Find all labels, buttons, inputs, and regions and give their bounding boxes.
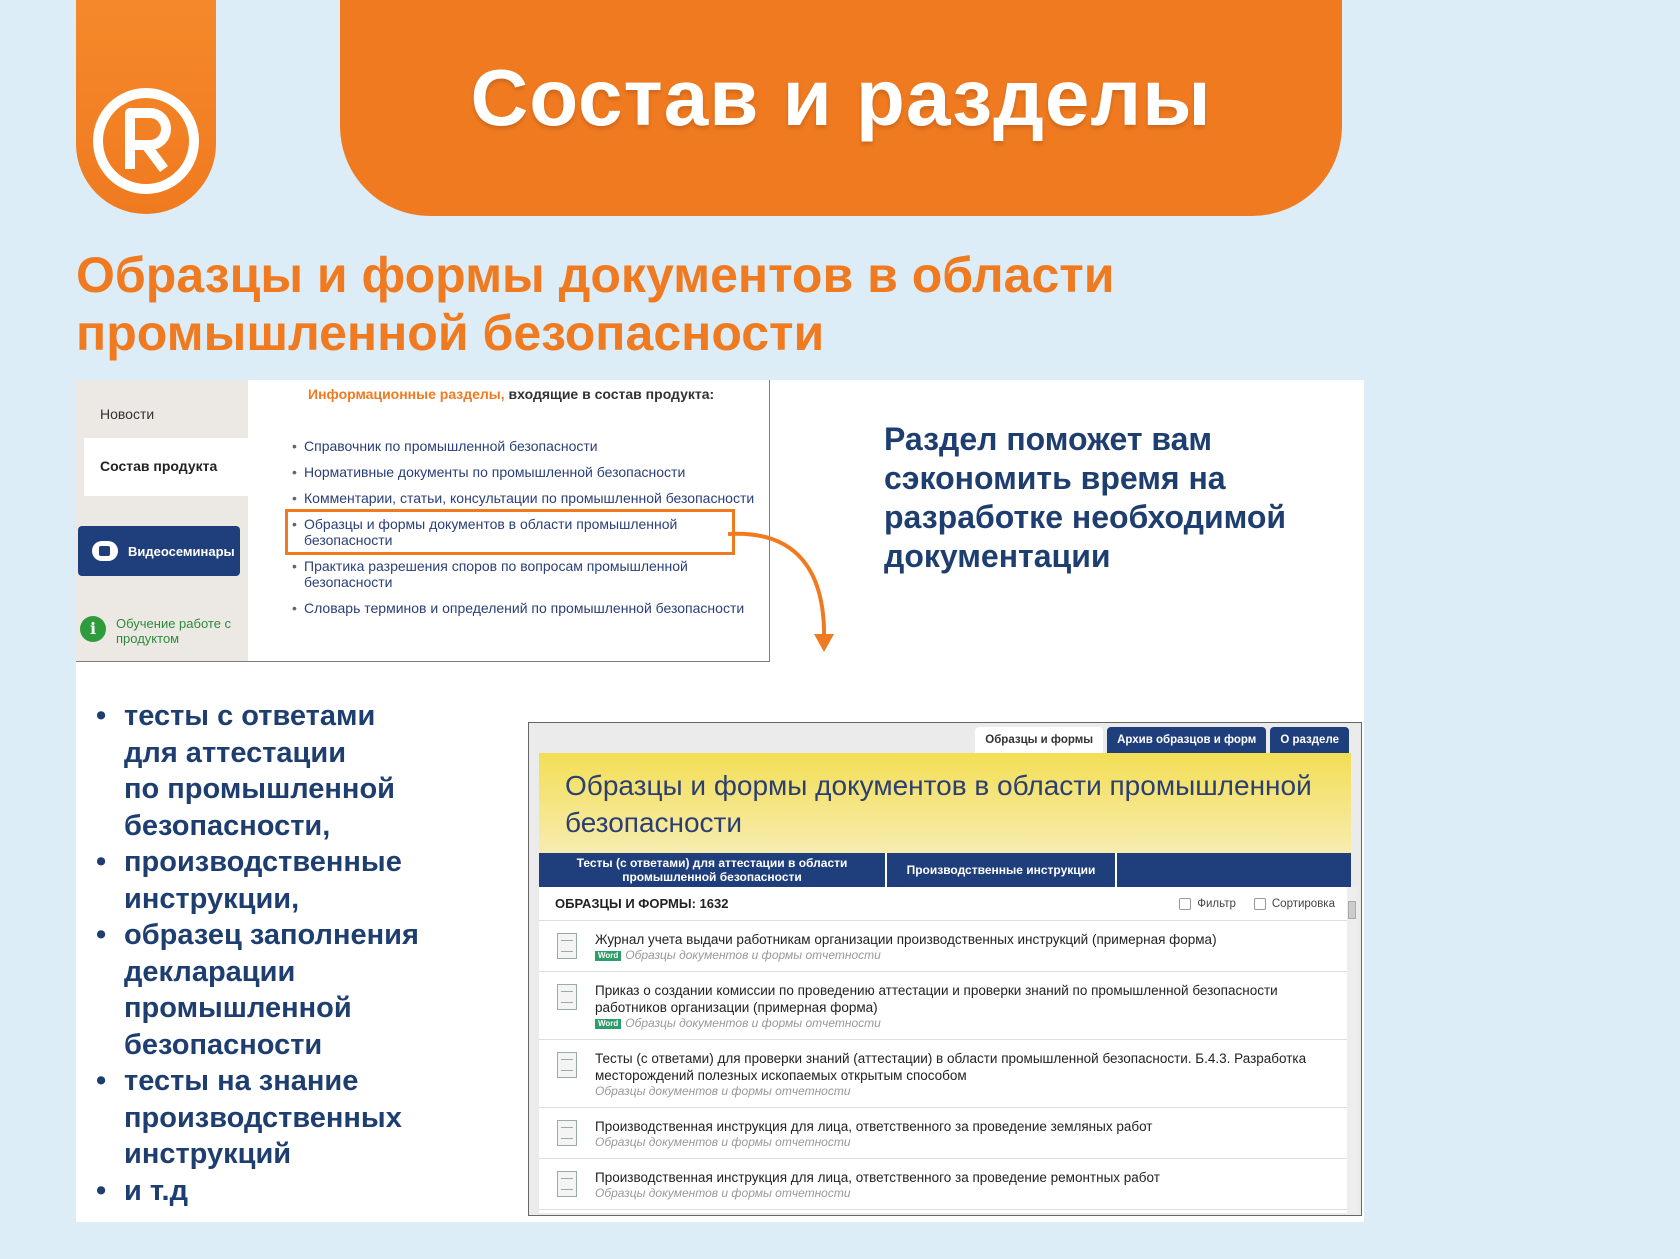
feature-item: образец заполнения декларации промышленн… [96, 917, 476, 1063]
list-scrollbar[interactable] [1347, 887, 1357, 1213]
sections-list: Справочник по промышленной безопасности … [285, 438, 768, 626]
logo-ribbon [76, 0, 216, 214]
document-category: Образцы документов и формы отчетности [595, 1135, 851, 1149]
registered-r-logo-icon [93, 88, 199, 194]
documents-count: ОБРАЗЦЫ И ФОРМЫ: 1632 [555, 896, 729, 911]
filter-icon [1179, 897, 1192, 910]
feature-item: и т.д [96, 1173, 476, 1210]
content-panel: Новости Состав продукта Видеосеминары i … [76, 380, 1364, 1222]
document-icon [557, 1052, 577, 1078]
section-link-highlighted[interactable]: Образцы и формы документов в области про… [285, 509, 735, 555]
sidebar-item-product[interactable]: Состав продукта [84, 438, 250, 496]
sort-icon [1253, 897, 1266, 910]
feature-item: тесты с ответами для аттестации по промы… [96, 698, 476, 844]
sidebar: Новости Состав продукта Видеосеминары i … [76, 380, 250, 661]
document-meta: Образцы документов и формы отчетности [595, 1135, 1331, 1150]
word-badge: Word [595, 1018, 622, 1029]
title-bar: Состав и разделы [340, 0, 1342, 216]
subtab-bar: Тесты (с ответами) для аттестации в обла… [539, 853, 1351, 887]
tab-archive[interactable]: Архив образцов и форм [1107, 727, 1267, 753]
list-item[interactable]: Тесты (с ответами) для проверки знаний (… [539, 1040, 1351, 1108]
list-item[interactable]: Производственная инструкция для лица, от… [539, 1108, 1351, 1159]
sections-heading-rest: входящие в состав продукта: [504, 386, 715, 402]
document-icon [557, 933, 577, 959]
sections-heading-accent: Информационные разделы, [308, 386, 505, 402]
document-meta: Образцы документов и формы отчетности [595, 1186, 1331, 1201]
document-title[interactable]: Журнал учета выдачи работникам организац… [595, 931, 1331, 948]
feature-item: производственные инструкции, [96, 844, 476, 917]
list-item[interactable]: Производственная инструкция для лица, от… [539, 1159, 1351, 1210]
document-meta: Образцы документов и формы отчетности [595, 1084, 1331, 1099]
learning-link[interactable]: i Обучение работе с продуктом [80, 616, 236, 646]
tab-about[interactable]: О разделе [1270, 727, 1349, 753]
tab-samples-forms[interactable]: Образцы и формы [975, 727, 1104, 753]
document-title[interactable]: Тесты (с ответами) для проверки знаний (… [595, 1050, 1331, 1084]
section-subtitle: Образцы и формы документов в области про… [76, 247, 1115, 361]
feature-item: тесты на знание производственных инструк… [96, 1063, 476, 1173]
info-icon: i [80, 616, 106, 642]
section-link[interactable]: Справочник по промышленной безопасности [292, 438, 768, 454]
document-title[interactable]: Приказ о создании комиссии по проведению… [595, 982, 1331, 1016]
document-category: Образцы документов и формы отчетности [595, 1186, 851, 1200]
document-meta: Word Образцы документов и формы отчетност… [595, 1016, 1331, 1031]
features-list: тесты с ответами для аттестации по промы… [96, 698, 476, 1209]
section-header: Образцы и формы документов в области про… [539, 753, 1351, 853]
tab-bar: Образцы и формы Архив образцов и форм О … [971, 727, 1349, 753]
list-toolbar: ОБРАЗЦЫ И ФОРМЫ: 1632 Фильтр Сортировка [539, 887, 1351, 921]
document-icon [557, 1171, 577, 1197]
documents-list: ОБРАЗЦЫ И ФОРМЫ: 1632 Фильтр Сортировка … [539, 887, 1351, 1213]
video-camera-icon [92, 541, 118, 561]
document-title[interactable]: Производственная инструкция для лица, от… [595, 1118, 1331, 1135]
sidebar-item-news[interactable]: Новости [100, 406, 154, 422]
list-item[interactable]: Приказ о создании комиссии по проведению… [539, 972, 1351, 1040]
samples-forms-screenshot: Образцы и формы Архив образцов и форм О … [528, 722, 1362, 1216]
callout-text: Раздел поможет вам сэкономить время на р… [884, 421, 1287, 574]
document-meta: Word Образцы документов и формы отчетност… [595, 948, 1331, 963]
section-link[interactable]: Словарь терминов и определений по промыш… [292, 600, 768, 616]
filter-label: Фильтр [1197, 897, 1236, 910]
section-link[interactable]: Комментарии, статьи, консультации по про… [292, 490, 768, 506]
learning-label: Обучение работе с продуктом [116, 616, 232, 646]
word-badge: Word [595, 950, 622, 961]
scrollbar-thumb[interactable] [1348, 901, 1356, 919]
document-category: Образцы документов и формы отчетности [625, 1016, 881, 1030]
sections-heading: Информационные разделы, входящие в соста… [308, 386, 714, 402]
product-sections-screenshot: Новости Состав продукта Видеосеминары i … [76, 380, 770, 662]
document-title[interactable]: Производственная инструкция для лица, от… [595, 1169, 1331, 1186]
page-title: Состав и разделы [470, 53, 1212, 142]
subtab-instructions[interactable]: Производственные инструкции [887, 853, 1117, 887]
webinars-label: Видеосеминары [128, 543, 235, 559]
curved-arrow-icon [727, 531, 834, 652]
document-category: Образцы документов и формы отчетности [595, 1084, 851, 1098]
section-link[interactable]: Практика разрешения споров по вопросам п… [292, 558, 768, 590]
subtab-tests[interactable]: Тесты (с ответами) для аттестации в обла… [539, 853, 887, 887]
section-link[interactable]: Нормативные документы по промышленной бе… [292, 464, 768, 480]
sort-label: Сортировка [1271, 897, 1335, 910]
webinars-button[interactable]: Видеосеминары [78, 526, 240, 576]
document-category: Образцы документов и формы отчетности [625, 948, 881, 962]
document-icon [557, 984, 577, 1010]
list-item[interactable]: Журнал учета выдачи работникам организац… [539, 921, 1351, 972]
filter-button[interactable]: Фильтр [1179, 897, 1236, 910]
sort-button[interactable]: Сортировка [1253, 897, 1335, 910]
document-icon [557, 1120, 577, 1146]
